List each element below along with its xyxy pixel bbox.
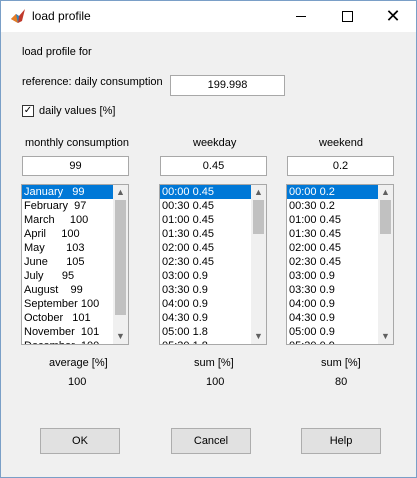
list-item[interactable]: April 100	[22, 227, 114, 241]
maximize-button[interactable]	[324, 1, 370, 32]
weekend-sum-label: sum [%]	[321, 357, 361, 369]
average-value: 100	[68, 376, 87, 388]
list-item[interactable]: 05:30 1.8	[160, 339, 252, 344]
ok-button[interactable]: OK	[40, 428, 120, 454]
list-item[interactable]: 04:30 0.9	[287, 311, 379, 325]
window-title: load profile	[32, 9, 91, 23]
monthly-scrollbar[interactable]: ▲ ▼	[113, 185, 128, 344]
list-item[interactable]: 00:00 0.2	[287, 185, 379, 199]
weekday-label: weekday	[193, 137, 237, 149]
weekend-scroll-thumb[interactable]	[380, 200, 391, 234]
minimize-button[interactable]	[278, 1, 324, 32]
load-profile-for-label: load profile for	[22, 46, 92, 58]
weekday-sum-value: 100	[206, 376, 225, 388]
list-item[interactable]: 02:00 0.45	[160, 241, 252, 255]
list-item[interactable]: November 101	[22, 325, 114, 339]
help-button[interactable]: Help	[301, 428, 381, 454]
list-item[interactable]: 05:00 1.8	[160, 325, 252, 339]
list-item[interactable]: 01:00 0.45	[160, 213, 252, 227]
list-item[interactable]: 05:30 0.9	[287, 339, 379, 344]
reference-value-field[interactable]: 199.998	[170, 75, 285, 96]
weekend-list[interactable]: 00:00 0.2 00:30 0.2 01:00 0.45 01:30 0.45 02…	[287, 185, 379, 344]
list-item[interactable]: December 100	[22, 339, 114, 344]
list-item[interactable]: 03:00 0.9	[160, 269, 252, 283]
list-item[interactable]: October 101	[22, 311, 114, 325]
checkmark-icon: ✓	[23, 105, 33, 116]
weekend-sum-value: 80	[335, 376, 348, 388]
minimize-icon	[296, 16, 306, 17]
list-item[interactable]: 00:30 0.45	[160, 199, 252, 213]
dialog-content: load profile for reference: daily consum…	[1, 32, 416, 477]
list-item[interactable]: 04:30 0.9	[160, 311, 252, 325]
monthly-scroll-thumb[interactable]	[115, 200, 126, 315]
list-item[interactable]: June 105	[22, 255, 114, 269]
chevron-down-icon[interactable]: ▼	[378, 329, 393, 344]
monthly-listbox[interactable]: January 99 February 97 March 100 April 100 M…	[21, 184, 129, 345]
list-item[interactable]: 04:00 0.9	[160, 297, 252, 311]
monthly-list[interactable]: January 99 February 97 March 100 April 100 M…	[22, 185, 114, 344]
list-item[interactable]: 03:00 0.9	[287, 269, 379, 283]
chevron-down-icon[interactable]: ▼	[251, 329, 266, 344]
list-item[interactable]: 01:30 0.45	[160, 227, 252, 241]
list-item[interactable]: August 99	[22, 283, 114, 297]
close-icon: ✕	[385, 5, 401, 27]
weekday-scrollbar[interactable]: ▲ ▼	[251, 185, 266, 344]
list-item[interactable]: 03:30 0.9	[160, 283, 252, 297]
list-item[interactable]: 00:30 0.2	[287, 199, 379, 213]
list-item[interactable]: 04:00 0.9	[287, 297, 379, 311]
weekend-scrollbar[interactable]: ▲ ▼	[378, 185, 393, 344]
weekday-listbox[interactable]: 00:00 0.45 00:30 0.45 01:00 0.45 01:30 0.45…	[159, 184, 267, 345]
matlab-icon	[10, 8, 26, 24]
list-item[interactable]: 05:00 0.9	[287, 325, 379, 339]
chevron-up-icon[interactable]: ▲	[251, 185, 266, 200]
maximize-icon	[341, 11, 353, 22]
list-item[interactable]: September 100	[22, 297, 114, 311]
load-profile-window: load profile ✕ load profile for referenc…	[0, 0, 417, 478]
reference-label: reference: daily consumption	[22, 76, 163, 88]
daily-values-label: daily values [%]	[39, 105, 116, 117]
list-item[interactable]: 00:00 0.45	[160, 185, 252, 199]
daily-values-checkbox[interactable]: ✓	[22, 105, 34, 117]
list-item[interactable]: May 103	[22, 241, 114, 255]
close-button[interactable]: ✕	[370, 1, 416, 32]
chevron-up-icon[interactable]: ▲	[113, 185, 128, 200]
cancel-button[interactable]: Cancel	[171, 428, 251, 454]
monthly-value-field[interactable]: 99	[22, 156, 129, 176]
list-item[interactable]: 01:30 0.45	[287, 227, 379, 241]
chevron-up-icon[interactable]: ▲	[378, 185, 393, 200]
list-item[interactable]: 02:30 0.45	[287, 255, 379, 269]
weekend-value-field[interactable]: 0.2	[287, 156, 394, 176]
average-label: average [%]	[49, 357, 108, 369]
weekday-value-field[interactable]: 0.45	[160, 156, 267, 176]
list-item[interactable]: July 95	[22, 269, 114, 283]
list-item[interactable]: 03:30 0.9	[287, 283, 379, 297]
weekday-sum-label: sum [%]	[194, 357, 234, 369]
list-item[interactable]: January 99	[22, 185, 114, 199]
weekend-label: weekend	[319, 137, 364, 149]
weekend-listbox[interactable]: 00:00 0.2 00:30 0.2 01:00 0.45 01:30 0.45 02…	[286, 184, 394, 345]
weekday-list[interactable]: 00:00 0.45 00:30 0.45 01:00 0.45 01:30 0.45…	[160, 185, 252, 344]
list-item[interactable]: 01:00 0.45	[287, 213, 379, 227]
chevron-down-icon[interactable]: ▼	[113, 329, 128, 344]
monthly-consumption-label: monthly consumption	[25, 137, 129, 149]
list-item[interactable]: March 100	[22, 213, 114, 227]
list-item[interactable]: 02:30 0.45	[160, 255, 252, 269]
weekday-scroll-thumb[interactable]	[253, 200, 264, 234]
list-item[interactable]: 02:00 0.45	[287, 241, 379, 255]
list-item[interactable]: February 97	[22, 199, 114, 213]
title-bar[interactable]: load profile ✕	[1, 1, 416, 32]
